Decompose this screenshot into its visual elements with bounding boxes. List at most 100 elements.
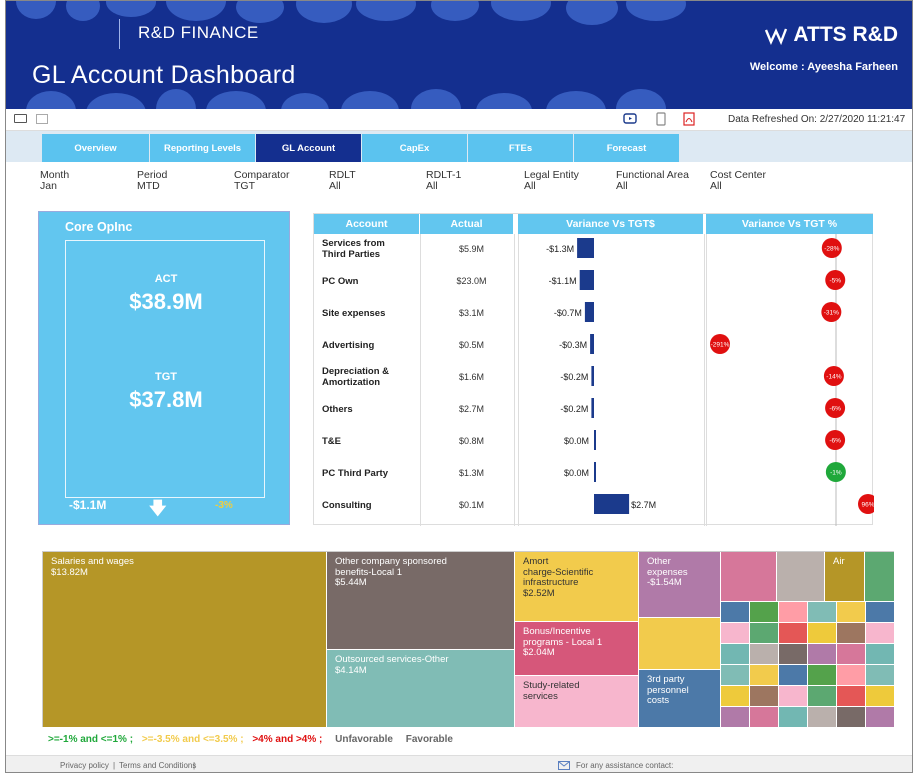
treemap-label-6: Other expenses -$1.54M — [647, 556, 688, 588]
row-actual-6: $0.8M — [458, 436, 484, 446]
down-arrow-icon: 🡇 — [149, 499, 167, 518]
tab-forecast[interactable]: Forecast — [574, 134, 680, 162]
treemap-small-cell[interactable] — [779, 686, 808, 707]
filter-month[interactable]: Month Jan — [40, 170, 69, 192]
treemap-small-cell[interactable] — [750, 602, 779, 623]
filter-functional-area[interactable]: Functional Area All — [616, 170, 689, 192]
treemap-small-cell[interactable] — [866, 707, 895, 728]
pct-label-2: -31% — [824, 310, 839, 317]
legend: >=-1% and <=1% ; >=-3.5% and <=3.5% ; >4… — [48, 734, 453, 745]
treemap-cell-8[interactable]: 3rd party personnel costs — [639, 670, 721, 728]
treemap-label-11: Air — [833, 556, 845, 567]
treemap-small-cell[interactable] — [721, 707, 750, 728]
treemap-cell-0[interactable]: Salaries and wages $13.82M — [43, 552, 327, 728]
treemap-small-cell[interactable] — [866, 623, 895, 644]
laptop-icon[interactable] — [14, 114, 27, 123]
tab-overview[interactable]: Overview — [42, 134, 150, 162]
treemap-small-cell[interactable] — [866, 665, 895, 686]
tab-ftes[interactable]: FTEs — [468, 134, 574, 162]
treemap-cell-11[interactable]: Air — [825, 552, 865, 602]
variance-label-1: -$1.1M — [549, 276, 577, 286]
treemap-small-cell[interactable] — [837, 644, 866, 665]
treemap-small-cell[interactable] — [779, 623, 808, 644]
col-variance-pct: Variance Vs TGT % — [706, 214, 874, 234]
col-account: Account — [314, 214, 420, 234]
present-icon[interactable] — [623, 112, 637, 126]
tab-gl-account[interactable]: GL Account — [256, 134, 362, 162]
tablet-icon[interactable] — [36, 114, 48, 124]
treemap-cell-3[interactable]: Amort charge-Scientific infrastructure $… — [515, 552, 639, 622]
variance-bar-6 — [594, 430, 596, 450]
treemap-label-3: Amort charge-Scientific infrastructure $… — [523, 556, 594, 599]
treemap-cell-12[interactable] — [865, 552, 895, 602]
treemap-small-cell[interactable] — [837, 602, 866, 623]
variance-label-0: -$1.3M — [546, 244, 574, 254]
filter-rdlt[interactable]: RDLT All — [329, 170, 356, 192]
treemap-small-cell[interactable] — [808, 707, 837, 728]
treemap-small-cell[interactable] — [808, 686, 837, 707]
treemap-small-cell[interactable] — [866, 644, 895, 665]
treemap-small-cell[interactable] — [779, 665, 808, 686]
treemap-small-cell[interactable] — [837, 686, 866, 707]
treemap-small-cell[interactable] — [750, 665, 779, 686]
treemap-cell-4[interactable]: Bonus/Incentive programs - Local 1 $2.04… — [515, 622, 639, 676]
treemap-cell-6[interactable]: Other expenses -$1.54M — [639, 552, 721, 618]
variance-bar-7 — [594, 462, 596, 482]
treemap-small-cell[interactable] — [750, 644, 779, 665]
treemap-small-cell[interactable] — [721, 686, 750, 707]
row-account-5: Others — [322, 404, 353, 415]
row-actual-0: $5.9M — [458, 244, 484, 254]
core-opinc-title: Core OpInc — [65, 220, 133, 234]
treemap-cell-5[interactable]: Study-related services — [515, 676, 639, 728]
treemap-small-cell[interactable] — [808, 665, 837, 686]
treemap-small-cell[interactable] — [779, 644, 808, 665]
treemap-small-cell[interactable] — [808, 644, 837, 665]
treemap-label-0: Salaries and wages $13.82M — [51, 556, 134, 578]
treemap-label-4: Bonus/Incentive programs - Local 1 $2.04… — [523, 626, 603, 658]
filter-period[interactable]: Period MTD — [137, 170, 167, 192]
treemap-small-cell[interactable] — [721, 644, 750, 665]
treemap-small-cell[interactable] — [837, 707, 866, 728]
variance-bar-0 — [577, 238, 594, 258]
filter-rdlt-1[interactable]: RDLT-1 All — [426, 170, 461, 192]
treemap-cell-9[interactable] — [721, 552, 777, 602]
treemap-small-cell[interactable] — [866, 602, 895, 623]
filter-legal-entity[interactable]: Legal Entity All — [524, 170, 579, 192]
filter-cost-center[interactable]: Cost Center All — [710, 170, 766, 192]
pdf-icon[interactable] — [682, 112, 696, 126]
treemap-small-cell[interactable] — [779, 602, 808, 623]
row-account-7: PC Third Party — [322, 468, 388, 479]
treemap-small-cell[interactable] — [721, 623, 750, 644]
terms-link[interactable]: Terms and Conditions — [119, 761, 196, 770]
row-actual-5: $2.7M — [458, 404, 484, 414]
variance-label-2: -$0.7M — [554, 308, 582, 318]
legend-item-green: >=-1% and <=1% ; — [48, 734, 134, 745]
mobile-icon[interactable] — [654, 112, 668, 126]
treemap-small-cell[interactable] — [721, 665, 750, 686]
treemap-cell-1[interactable]: Other company sponsored benefits-Local 1… — [327, 552, 515, 650]
pct-label-4: -14% — [826, 374, 841, 381]
treemap-cell-2[interactable]: Outsourced services-Other $4.14M — [327, 650, 515, 728]
treemap-small-cell[interactable] — [837, 623, 866, 644]
treemap-small-cell[interactable] — [808, 623, 837, 644]
treemap-small-cell[interactable] — [866, 686, 895, 707]
variance-bar-8 — [594, 494, 630, 514]
row-account-8: Consulting — [322, 500, 372, 511]
treemap-small-cell[interactable] — [750, 686, 779, 707]
treemap-small-cell[interactable] — [721, 602, 750, 623]
variance-label-5: -$0.2M — [560, 404, 588, 414]
treemap-cell-10[interactable] — [777, 552, 825, 602]
privacy-link[interactable]: Privacy policy — [60, 761, 109, 770]
row-account-3: Advertising — [322, 340, 375, 351]
treemap-small-cell[interactable] — [750, 623, 779, 644]
treemap-small-cell[interactable] — [779, 707, 808, 728]
filter-comparator[interactable]: Comparator TGT — [234, 170, 289, 192]
legend-item-red: >4% and >4% ; — [252, 734, 323, 745]
treemap-small-cell[interactable] — [750, 707, 779, 728]
assistance-contact: For any assistance contact: — [576, 761, 674, 770]
treemap-small-cell[interactable] — [808, 602, 837, 623]
treemap-small-cell[interactable] — [837, 665, 866, 686]
treemap-cell-7[interactable] — [639, 618, 721, 670]
tab-reporting-levels[interactable]: Reporting Levels — [150, 134, 256, 162]
tab-capex[interactable]: CapEx — [362, 134, 468, 162]
